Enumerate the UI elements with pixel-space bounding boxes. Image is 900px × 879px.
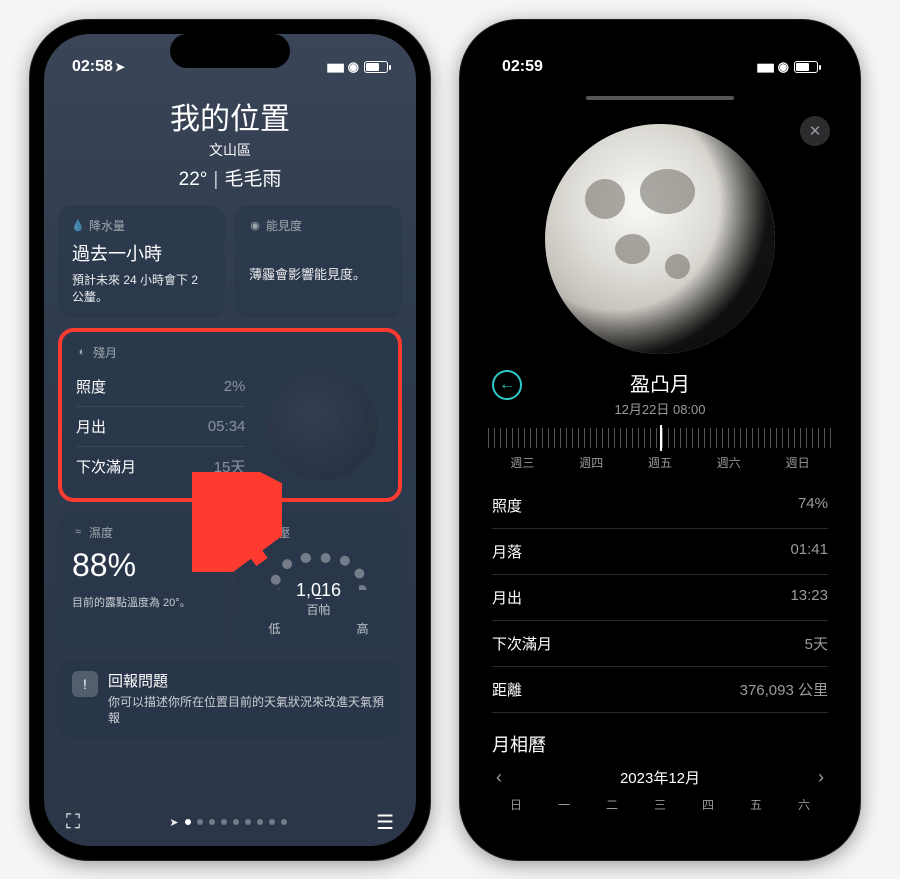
pressure-card[interactable]: ◔氣壓 = 1,016 百帕 低高 [235, 512, 402, 649]
humidity-icon: ≈ [72, 526, 84, 538]
list-icon[interactable]: ☰ [376, 810, 394, 835]
location-header: 我的位置 文山區 22°|毛毛雨 [44, 90, 416, 205]
wifi-icon [348, 58, 359, 76]
back-button[interactable]: ← [492, 370, 522, 400]
moon-card[interactable]: ◐殘月 照度2% 月出05:34 下次滿月15天 [62, 332, 398, 498]
bottom-toolbar: ⛶ ➤ ☰ [44, 798, 416, 846]
timeline-days: 週三週四週五週六週日 [488, 454, 832, 471]
stat-row: 下次滿月5天 [492, 621, 828, 667]
moon-card-highlight: ◐殘月 照度2% 月出05:34 下次滿月15天 [58, 328, 402, 502]
phase-title: 盈凸月 [474, 368, 846, 397]
report-card[interactable]: ! 回報問題 你可以描述你所在位置目前的天氣狀況來改進天氣預報 [58, 659, 402, 740]
report-desc: 你可以描述你所在位置目前的天氣狀況來改進天氣預報 [108, 694, 388, 728]
stat-row: 月落01:41 [492, 529, 828, 575]
location-sub: 文山區 [44, 140, 416, 160]
moon-row: 月出05:34 [76, 407, 245, 447]
weather-screen: 02:58 我的位置 文山區 22°|毛毛雨 💧降水量 過去一小時 預計未來 2… [44, 34, 416, 846]
dynamic-island [170, 34, 290, 68]
status-time: 02:58 [72, 58, 125, 76]
calendar-title: 月相曆 [474, 713, 846, 767]
stat-row: 照度74% [492, 483, 828, 529]
calendar-nav: ‹ 2023年12月 › [474, 767, 846, 788]
cellular-icon [326, 58, 342, 76]
report-title: 回報問題 [108, 671, 388, 692]
precip-title: 過去一小時 [72, 240, 211, 266]
eye-icon: ◉ [249, 220, 261, 232]
location-title: 我的位置 [44, 94, 416, 138]
battery-icon [794, 61, 818, 73]
drop-icon: 💧 [72, 220, 84, 232]
exclamation-icon: ! [72, 671, 98, 697]
close-button[interactable]: ✕ [800, 116, 830, 146]
battery-icon [364, 61, 388, 73]
precip-card[interactable]: 💧降水量 過去一小時 預計未來 24 小時會下 2 公釐。 [58, 205, 225, 318]
phone-right: 02:59 ✕ ← 盈凸月 12月22日 08:00 週三週四週五週 [460, 20, 860, 860]
status-time: 02:59 [502, 58, 543, 76]
location-arrow-icon [113, 58, 125, 76]
next-month-button[interactable]: › [818, 767, 824, 788]
page-dots[interactable]: ➤ [169, 816, 286, 829]
moon-stats-list: 照度74% 月落01:41 月出13:23 下次滿月5天 距離376,093 公… [474, 475, 846, 713]
weekday-row: 日一二三四五六 [474, 788, 846, 813]
moon-detail-screen: 02:59 ✕ ← 盈凸月 12月22日 08:00 週三週四週五週 [474, 34, 846, 846]
humidity-note: 目前的露點溫度為 20°。 [72, 594, 211, 610]
timeline-ruler[interactable]: 週三週四週五週六週日 [488, 428, 832, 471]
moon-row: 下次滿月15天 [76, 447, 245, 486]
moon-row: 照度2% [76, 367, 245, 407]
cellular-icon [756, 58, 772, 76]
wifi-icon [778, 58, 789, 76]
map-icon[interactable]: ⛶ [66, 811, 80, 834]
location-dot-icon: ➤ [169, 816, 178, 829]
visibility-card[interactable]: ◉能見度 薄霾會影響能見度。 [235, 205, 402, 318]
visibility-desc: 薄霾會影響能見度。 [249, 264, 388, 283]
stat-row: 月出13:23 [492, 575, 828, 621]
moon-icon: ◐ [76, 346, 88, 358]
temp-line: 22°|毛毛雨 [44, 164, 416, 191]
humidity-value: 88% [72, 547, 211, 584]
precip-desc: 預計未來 24 小時會下 2 公釐。 [72, 272, 211, 306]
sheet-grabber[interactable] [586, 96, 735, 100]
humidity-card[interactable]: ≈濕度 88% 目前的露點溫度為 20°。 [58, 512, 225, 649]
moon-thumbnail [268, 370, 378, 480]
dynamic-island [600, 34, 720, 68]
pressure-gauge: = 1,016 百帕 低高 [249, 547, 388, 637]
moon-image [545, 124, 775, 354]
stat-row: 距離376,093 公里 [492, 667, 828, 713]
gauge-icon: ◔ [249, 526, 261, 538]
prev-month-button[interactable]: ‹ [496, 767, 502, 788]
calendar-month: 2023年12月 [620, 767, 700, 788]
phase-date: 12月22日 08:00 [474, 399, 846, 418]
phone-left: 02:58 我的位置 文山區 22°|毛毛雨 💧降水量 過去一小時 預計未來 2… [30, 20, 430, 860]
